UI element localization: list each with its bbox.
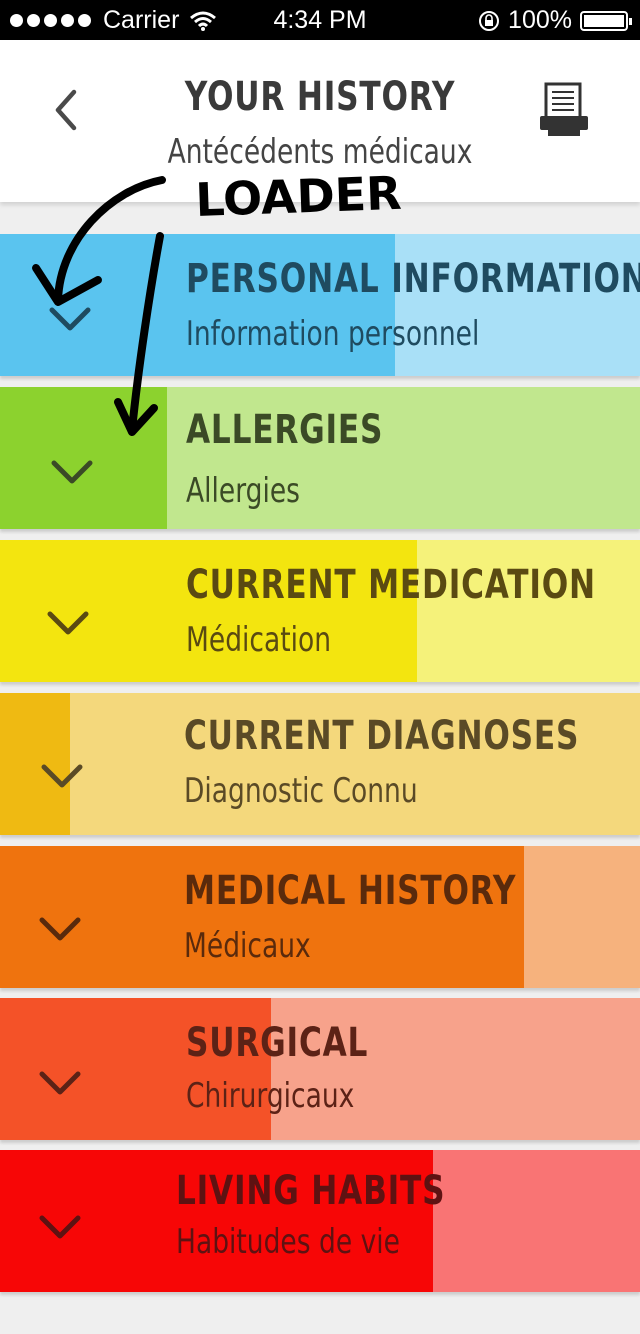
printer-icon[interactable] [538,82,590,138]
header: YOUR HISTORY Antécédents médicaux [0,40,640,202]
section-title: ALLERGIES [186,407,384,453]
section-subtitle: Allergies [186,471,300,511]
section-subtitle: Chirurgicaux [186,1076,355,1116]
chevron-down-icon [39,917,81,941]
section-medical-history[interactable]: MEDICAL HISTORY Médicaux [0,846,640,988]
section-subtitle: Médication [186,620,332,660]
page-subtitle: Antécédents médicaux [167,132,473,172]
chevron-down-icon [39,1215,81,1239]
battery-label: 100% [508,6,572,34]
status-right: 100% [478,6,632,35]
section-allergies[interactable]: ALLERGIES Allergies [0,387,640,529]
section-personal-information[interactable]: PERSONAL INFORMATION Information personn… [0,234,640,376]
section-living-habits[interactable]: LIVING HABITS Habitudes de vie [0,1150,640,1292]
page-title: YOUR HISTORY [184,74,456,120]
section-surgical[interactable]: SURGICAL Chirurgicaux [0,998,640,1140]
chevron-down-icon [41,764,83,788]
section-current-medication[interactable]: CURRENT MEDICATION Médication [0,540,640,682]
section-subtitle: Information personnel [186,314,480,354]
chevron-down-icon [49,307,91,331]
section-subtitle: Diagnostic Connu [184,771,418,811]
section-title: SURGICAL [186,1020,369,1066]
section-title: MEDICAL HISTORY [184,868,517,914]
section-title: CURRENT MEDICATION [186,562,596,608]
status-bar: Carrier 4:34 PM 100% [0,0,640,40]
section-current-diagnoses[interactable]: CURRENT DIAGNOSES Diagnostic Connu [0,693,640,835]
rotation-lock-icon [479,10,500,31]
chevron-down-icon [47,611,89,635]
section-title: LIVING HABITS [176,1168,446,1214]
section-title: PERSONAL INFORMATION [186,256,640,302]
chevron-down-icon [39,1071,81,1095]
section-title: CURRENT DIAGNOSES [184,713,580,759]
battery-icon [580,10,632,31]
section-subtitle: Médicaux [184,926,311,966]
section-subtitle: Habitudes de vie [176,1222,400,1262]
chevron-down-icon [51,460,93,484]
loader-progress-bar [0,387,168,529]
